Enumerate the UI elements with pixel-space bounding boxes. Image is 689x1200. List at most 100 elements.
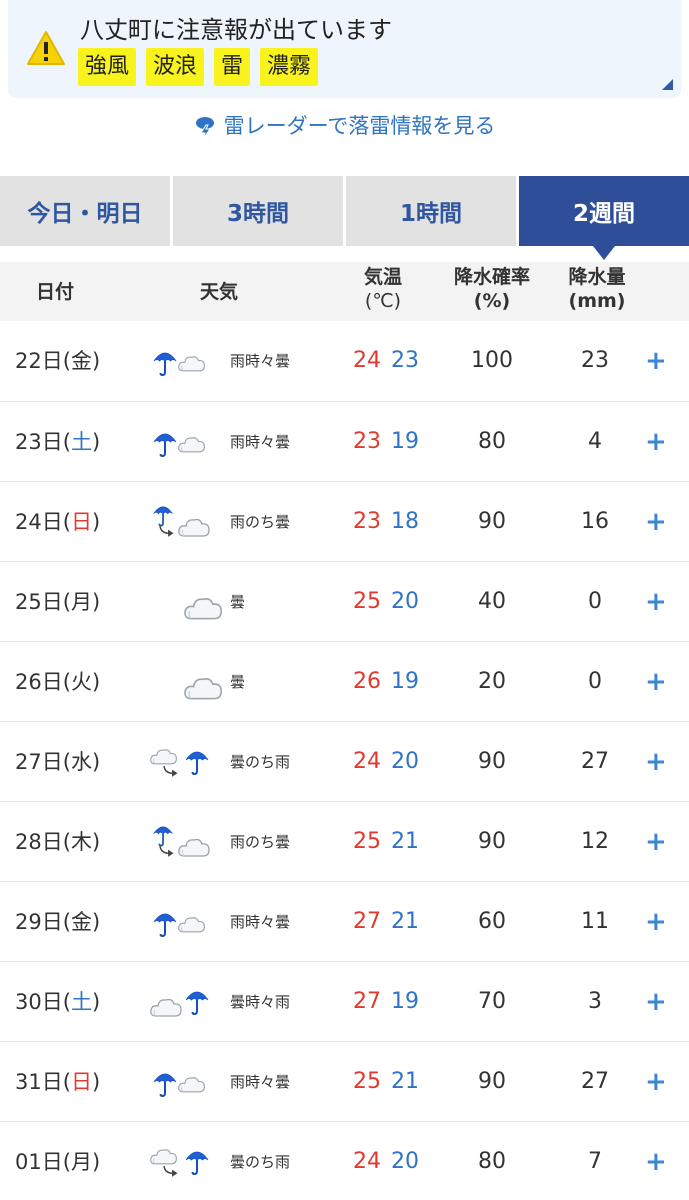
warning-icon [27, 31, 65, 65]
expand-row-button[interactable]: + [645, 642, 667, 722]
row-date: 26日(火) [15, 670, 101, 694]
row-high-temp: 26 [353, 669, 381, 694]
tab-1-hour[interactable]: 1時間 [346, 176, 519, 246]
row-date: 24日(日) [15, 510, 101, 534]
rain-sometimes-cloudy-icon [150, 900, 222, 944]
row-date: 30日(土) [15, 990, 101, 1014]
tab-2-weeks[interactable]: 2週間 [519, 176, 689, 260]
cloudy-then-rain-icon [150, 740, 222, 784]
table-row[interactable]: 22日(金) 雨時々曇 24 23 100 23 + [0, 321, 689, 401]
cloudy-then-rain-icon [150, 1140, 222, 1184]
table-row[interactable]: 31日(日) 雨時々曇 25 21 90 27 + [0, 1041, 689, 1121]
row-weather-text: 雨のち曇 [230, 833, 291, 851]
header-weather: 天気 [200, 281, 239, 303]
table-body: 22日(金) 雨時々曇 24 23 100 23 +23日(土) 雨時々曇 23 19 80 4 +24… [0, 321, 689, 1200]
row-precip-amount: 27 [581, 1069, 609, 1094]
table-row[interactable]: 01日(月) 曇のち雨 24 20 80 7 + [0, 1121, 689, 1200]
row-low-temp: 21 [391, 909, 419, 934]
row-precip-amount: 16 [581, 509, 609, 534]
table-row[interactable]: 26日(火) 曇 26 19 20 0 + [0, 641, 689, 721]
row-day-of-week: 月 [70, 1150, 92, 1174]
rain-then-cloudy-icon [150, 820, 222, 864]
tab-3-hours[interactable]: 3時間 [173, 176, 346, 246]
alert-tag-thunder[interactable]: 雷 [214, 48, 251, 86]
row-precip-prob: 40 [478, 589, 506, 614]
alert-tag-strong-wind[interactable]: 強風 [78, 48, 137, 86]
expand-corner-icon[interactable] [662, 79, 673, 90]
expand-row-button[interactable]: + [645, 722, 667, 802]
alert-tag-waves[interactable]: 波浪 [146, 48, 205, 86]
expand-row-button[interactable]: + [645, 562, 667, 642]
alert-box[interactable]: 八丈町に注意報が出ています 強風 波浪 雷 濃霧 [8, 0, 681, 98]
row-low-temp: 23 [391, 348, 419, 373]
row-day-of-week: 日 [70, 510, 92, 534]
rain-then-cloudy-icon [150, 500, 222, 544]
row-precip-prob: 80 [478, 429, 506, 454]
expand-row-button[interactable]: + [645, 802, 667, 882]
expand-row-button[interactable]: + [645, 1042, 667, 1122]
expand-row-button[interactable]: + [645, 882, 667, 962]
row-precip-prob: 90 [478, 749, 506, 774]
row-precip-prob: 20 [478, 669, 506, 694]
table-row[interactable]: 30日(土) 曇時々雨 27 19 70 3 + [0, 961, 689, 1041]
table-header: 日付 天気 気温 (℃) 降水確率 (%) 降水量 (mm) [0, 262, 689, 321]
radar-link-label: 雷レーダーで落雷情報を見る [223, 114, 496, 138]
forecast-table: 日付 天気 気温 (℃) 降水確率 (%) 降水量 (mm) 22日(金) 雨時々曇 24… [0, 262, 689, 1200]
row-high-temp: 25 [353, 589, 381, 614]
table-row[interactable]: 24日(日) 雨のち曇 23 18 90 16 + [0, 481, 689, 561]
row-day-of-week: 火 [70, 670, 92, 694]
row-high-temp: 24 [353, 1149, 381, 1174]
expand-row-button[interactable]: + [645, 1122, 667, 1200]
table-row[interactable]: 28日(木) 雨のち曇 25 21 90 12 + [0, 801, 689, 881]
row-date: 01日(月) [15, 1150, 101, 1174]
row-date: 31日(日) [15, 1070, 101, 1094]
rain-sometimes-cloudy-icon [150, 339, 222, 383]
row-high-temp: 23 [353, 429, 381, 454]
row-precip-amount: 3 [588, 989, 602, 1014]
row-precip-amount: 0 [588, 669, 602, 694]
cloudy-sometimes-rain-icon [150, 980, 222, 1024]
row-weather-text: 曇 [230, 673, 246, 691]
expand-row-button[interactable]: + [645, 482, 667, 562]
row-day-of-week: 水 [70, 750, 92, 774]
expand-row-button[interactable]: + [645, 402, 667, 482]
expand-row-button[interactable]: + [645, 962, 667, 1042]
tab-today-tomorrow[interactable]: 今日・明日 [0, 176, 173, 246]
header-date: 日付 [36, 281, 75, 303]
table-row[interactable]: 25日(月) 曇 25 20 40 0 + [0, 561, 689, 641]
rain-sometimes-cloudy-icon [150, 1060, 222, 1104]
row-date: 23日(土) [15, 430, 101, 454]
table-row[interactable]: 29日(金) 雨時々曇 27 21 60 11 + [0, 881, 689, 961]
row-low-temp: 21 [391, 1069, 419, 1094]
row-precip-prob: 60 [478, 909, 506, 934]
row-weather-text: 雨時々曇 [230, 913, 291, 931]
row-low-temp: 20 [391, 589, 419, 614]
table-row[interactable]: 27日(水) 曇のち雨 24 20 90 27 + [0, 721, 689, 801]
alert-tag-fog[interactable]: 濃霧 [260, 48, 319, 86]
row-low-temp: 19 [391, 429, 419, 454]
cloudy-icon [150, 580, 222, 624]
row-high-temp: 27 [353, 909, 381, 934]
row-low-temp: 19 [391, 989, 419, 1014]
row-low-temp: 18 [391, 509, 419, 534]
row-day-of-week: 土 [70, 430, 92, 454]
row-date: 25日(月) [15, 590, 101, 614]
row-low-temp: 20 [391, 749, 419, 774]
row-day-of-week: 金 [70, 910, 92, 934]
row-high-temp: 23 [353, 509, 381, 534]
table-row[interactable]: 23日(土) 雨時々曇 23 19 80 4 + [0, 401, 689, 481]
alert-tags: 強風 波浪 雷 濃霧 [78, 48, 319, 86]
row-day-of-week: 日 [70, 1070, 92, 1094]
thunder-radar-link[interactable]: 雷レーダーで落雷情報を見る [0, 110, 689, 140]
row-day-of-week: 土 [70, 990, 92, 1014]
row-weather-text: 雨時々曇 [230, 1073, 291, 1091]
row-precip-prob: 90 [478, 509, 506, 534]
row-day-of-week: 木 [70, 830, 92, 854]
row-precip-amount: 7 [588, 1149, 602, 1174]
cloudy-icon [150, 660, 222, 704]
expand-row-button[interactable]: + [645, 321, 667, 401]
row-precip-amount: 12 [581, 829, 609, 854]
row-low-temp: 20 [391, 1149, 419, 1174]
row-date: 28日(木) [15, 830, 101, 854]
row-weather-text: 雨のち曇 [230, 513, 291, 531]
